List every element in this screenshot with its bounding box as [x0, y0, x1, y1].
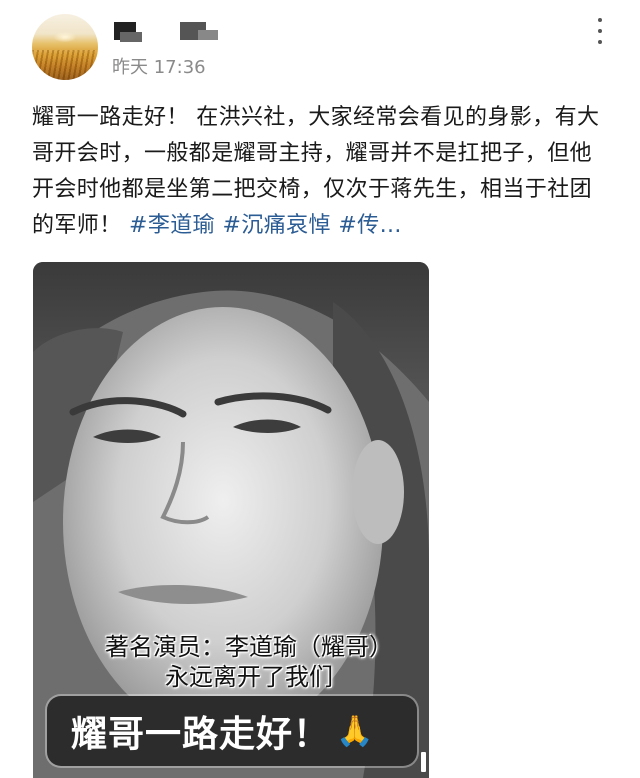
post-text: 耀哥一路走好！ 在洪兴社，大家经常会看见的身影，有大哥开会时，一般都是耀哥主持，…	[32, 100, 604, 244]
redaction-block	[120, 32, 142, 42]
hashtag-li-daoyu[interactable]: #李道瑜	[129, 213, 215, 238]
post-header: 昨天 17:36	[0, 0, 640, 90]
dot	[598, 18, 602, 22]
hashtag-truncated[interactable]: #传…	[338, 213, 402, 238]
praying-hands-icon: 🙏	[336, 713, 374, 749]
avatar-sun	[54, 32, 76, 42]
banner-title: 耀哥一路走好！	[71, 713, 331, 755]
post-timestamp: 昨天 17:36	[112, 57, 206, 78]
dot	[598, 40, 602, 44]
video-banner: 耀哥一路走好！ 🙏	[47, 696, 417, 766]
hashtag-mourning[interactable]: #沉痛哀悼	[222, 213, 330, 238]
pause-bar	[421, 752, 426, 772]
post-video[interactable]: 著名演员：李道瑜（耀哥） 永远离开了我们 耀哥一路走好！ 🙏	[33, 262, 429, 778]
pause-icon[interactable]	[421, 752, 429, 772]
dot	[598, 29, 602, 33]
avatar[interactable]	[32, 14, 98, 80]
more-vertical-icon[interactable]	[592, 18, 608, 44]
video-caption-line2: 永远离开了我们	[165, 663, 333, 691]
avatar-field	[32, 50, 98, 80]
username-redacted[interactable]	[112, 20, 222, 44]
redaction-block	[198, 30, 218, 40]
